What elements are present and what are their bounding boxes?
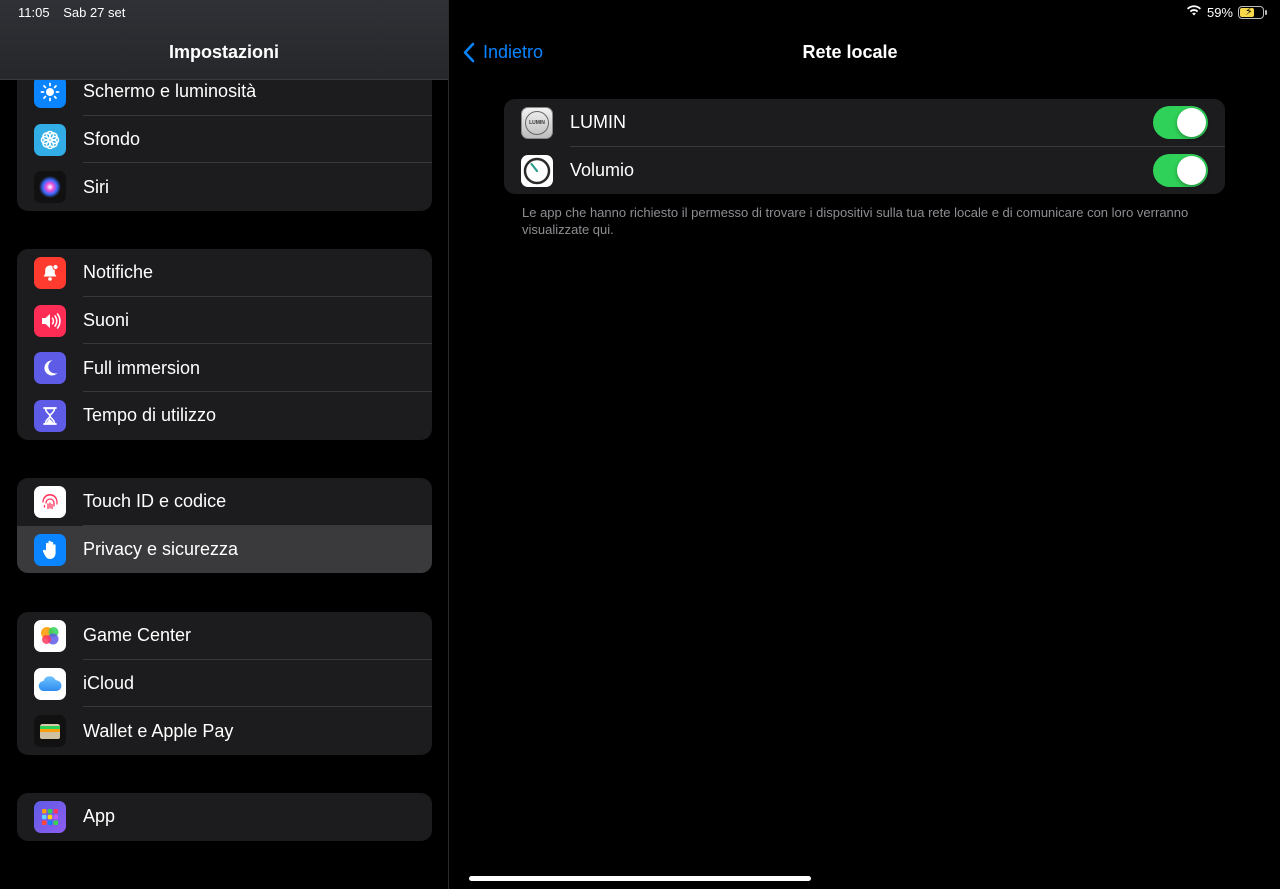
- sidebar-item-label: Schermo e luminosità: [83, 81, 257, 102]
- sidebar-item-screen-time[interactable]: Tempo di utilizzo: [17, 392, 432, 440]
- lumin-app-icon: LUMIN: [521, 106, 553, 139]
- sidebar-item-apps[interactable]: App: [17, 793, 432, 841]
- sidebar-item-touch-id[interactable]: Touch ID e codice: [17, 478, 432, 526]
- local-network-app-list: LUMIN LUMIN Volumio: [504, 99, 1225, 195]
- sidebar-item-label: Game Center: [83, 625, 192, 646]
- sidebar-item-label: Sfondo: [83, 129, 141, 150]
- sidebar-item-label: App: [83, 806, 116, 827]
- sidebar-item-label: Suoni: [83, 310, 130, 331]
- home-indicator[interactable]: [469, 876, 811, 881]
- hand-icon: [34, 533, 66, 566]
- sidebar-item-label: Tempo di utilizzo: [83, 405, 217, 426]
- sidebar-item-label: Privacy e sicurezza: [83, 539, 239, 560]
- footnote-text: Le app che hanno richiesto il permesso d…: [522, 205, 1189, 237]
- bell-icon: [34, 256, 66, 289]
- page-title: Rete locale: [802, 42, 898, 62]
- sidebar-item-label: Full immersion: [83, 357, 201, 378]
- hourglass-icon: [34, 399, 66, 432]
- sidebar-item-label: iCloud: [83, 673, 135, 694]
- speaker-icon: [34, 304, 66, 337]
- list-item-volumio[interactable]: Volumio: [504, 147, 1225, 195]
- sun-icon: [34, 75, 66, 108]
- settings-group-notifications: Notifiche Suoni Full immersion Tempo di …: [17, 249, 432, 440]
- lumin-logo-text: LUMIN: [525, 110, 549, 135]
- fingerprint-icon: [34, 485, 66, 518]
- apps-grid-icon: [34, 800, 66, 833]
- battery-icon: ⚡: [1238, 6, 1267, 19]
- app-name: LUMIN: [570, 112, 627, 133]
- status-bar-right: 59% ⚡: [1186, 5, 1267, 20]
- flower-icon: [34, 123, 66, 156]
- status-time: 11:05: [18, 5, 50, 20]
- settings-group-apps: App: [17, 793, 432, 841]
- sidebar-title: Impostazioni: [168, 42, 279, 62]
- sidebar-item-privacy[interactable]: Privacy e sicurezza: [17, 525, 432, 574]
- sidebar-item-label: Siri: [83, 176, 109, 197]
- cloud-icon: [34, 667, 66, 700]
- settings-group-display: Schermo e luminosità Sfondo Siri: [17, 68, 432, 212]
- sidebar-item-label: Wallet e Apple Pay: [83, 720, 234, 741]
- sidebar-item-focus[interactable]: Full immersion: [17, 344, 432, 393]
- sidebar-item-label: Touch ID e codice: [83, 491, 227, 512]
- list-item-lumin[interactable]: LUMIN LUMIN: [504, 99, 1225, 147]
- volumio-app-icon: [521, 154, 553, 187]
- volumio-toggle[interactable]: [1153, 154, 1208, 188]
- sidebar-item-icloud[interactable]: iCloud: [17, 660, 432, 708]
- sidebar-item-label: Notifiche: [83, 262, 154, 283]
- game-center-icon: [34, 619, 66, 652]
- app-name: Volumio: [570, 160, 635, 181]
- sidebar-item-wallpaper[interactable]: Sfondo: [17, 116, 432, 164]
- moon-icon: [34, 352, 66, 385]
- detail-pane: Indietro Rete locale LUMIN LUMIN Volumio…: [450, 0, 1280, 889]
- settings-group-security: Touch ID e codice Privacy e sicurezza: [17, 478, 432, 574]
- status-bar-left: 11:05 Sab 27 set: [18, 5, 135, 20]
- wifi-icon: [1186, 5, 1202, 20]
- sidebar-item-notifications[interactable]: Notifiche: [17, 249, 432, 297]
- status-date: Sab 27 set: [63, 5, 126, 20]
- lumin-toggle[interactable]: [1153, 106, 1208, 140]
- sidebar-item-wallet[interactable]: Wallet e Apple Pay: [17, 707, 432, 755]
- settings-group-accounts: Game Center iCloud Wallet e Apple Pay: [17, 612, 432, 756]
- battery-percent: 59%: [1206, 5, 1233, 20]
- sidebar-item-siri[interactable]: Siri: [17, 163, 432, 211]
- wallet-icon: [34, 715, 66, 748]
- siri-icon: [34, 171, 66, 204]
- settings-sidebar: Impostazioni Schermo e luminosità Sfondo…: [0, 0, 449, 889]
- sidebar-item-game-center[interactable]: Game Center: [17, 612, 432, 660]
- sidebar-item-sounds[interactable]: Suoni: [17, 297, 432, 345]
